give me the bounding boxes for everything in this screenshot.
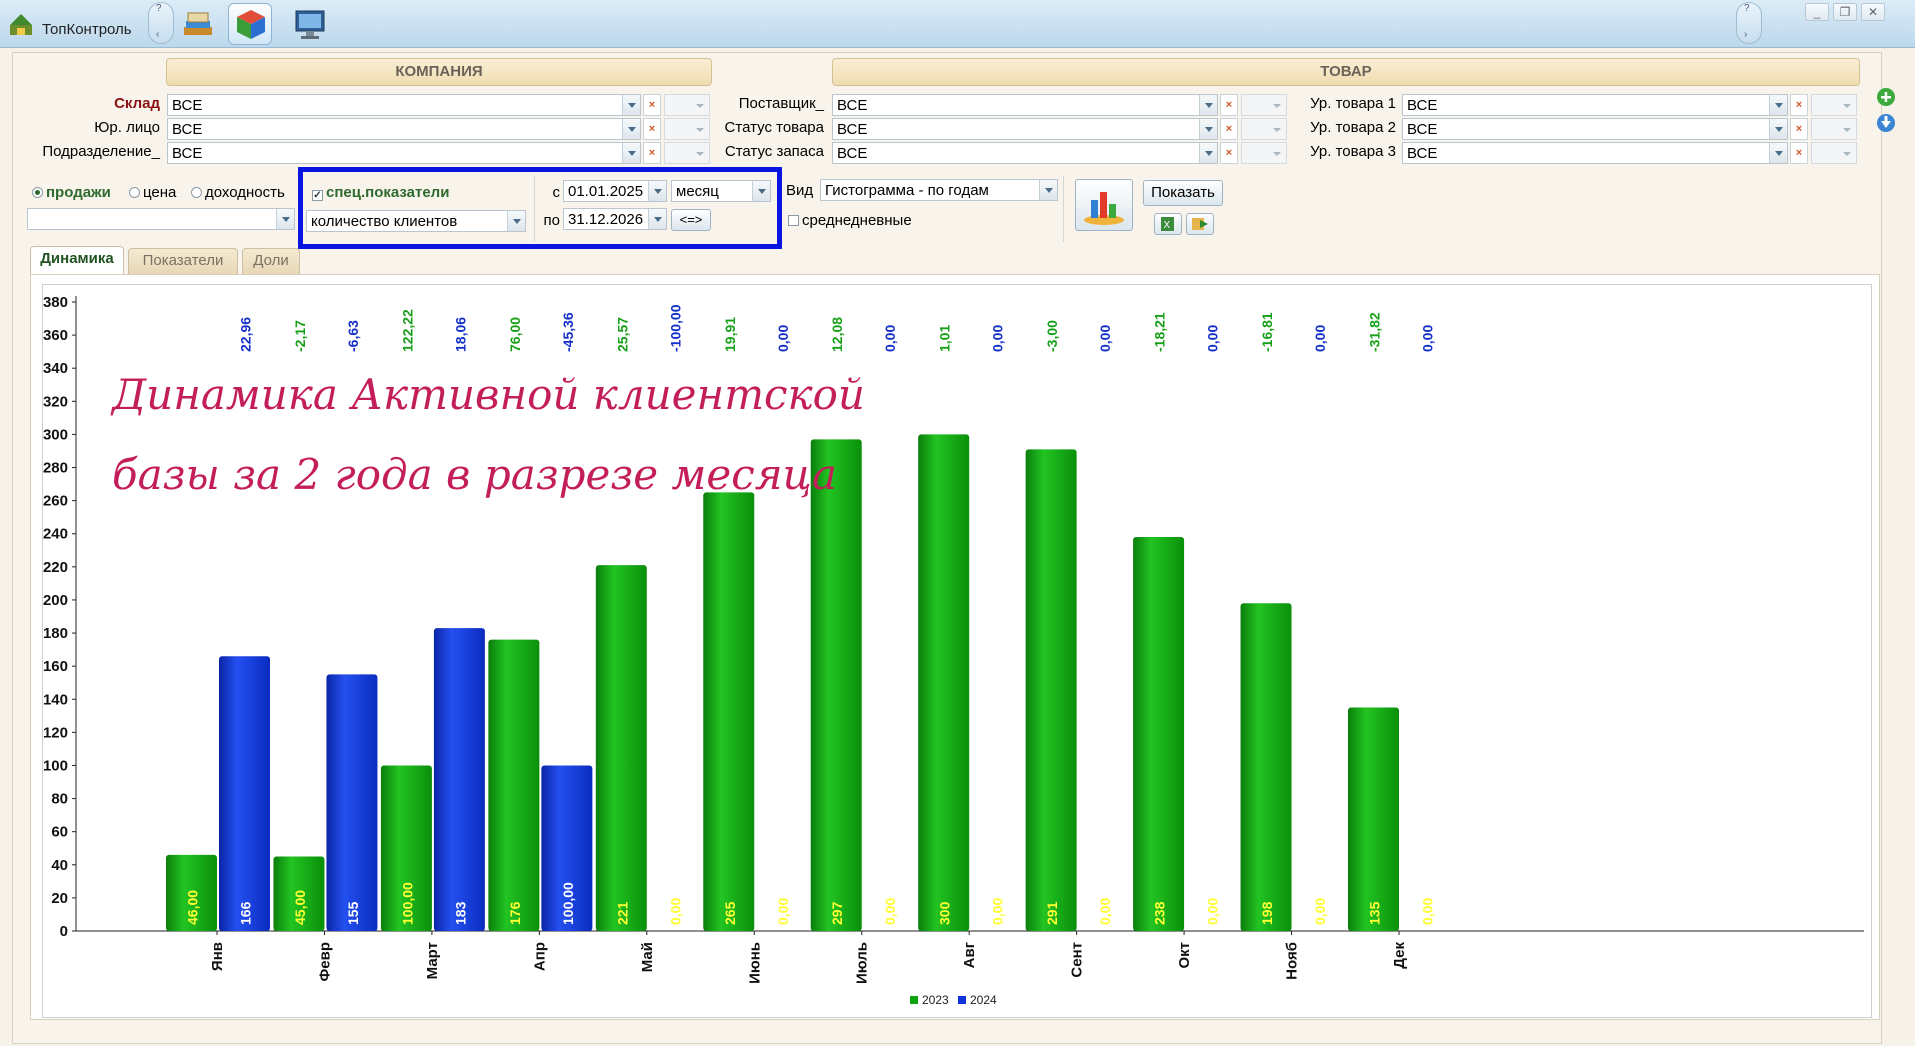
growth-label-2023: 1,01: [937, 325, 953, 352]
bar-2023: [1240, 603, 1292, 931]
y-tick-label: 120: [43, 724, 68, 741]
growth-label-2023: 122,22: [399, 309, 415, 352]
y-tick-label: 260: [43, 493, 68, 510]
data-label-2024: 0,00: [1205, 898, 1221, 925]
growth-label-2024: 18,06: [452, 317, 468, 352]
bar-2024: [219, 656, 270, 931]
y-tick-label: 60: [51, 824, 68, 841]
growth-label-2024: 0,00: [1312, 325, 1328, 352]
y-tick-label: 160: [43, 658, 68, 675]
growth-label-2024: 0,00: [1420, 325, 1436, 352]
bar-2023: [703, 492, 755, 931]
x-tick-label: Июль: [854, 942, 871, 984]
data-label-2024: 0,00: [775, 898, 791, 925]
y-tick-label: 100: [43, 757, 68, 774]
bar-2023: [1133, 537, 1185, 931]
data-label-2023: 265: [722, 901, 738, 925]
annotation-line-1: Динамика Активной клиентской: [112, 370, 865, 419]
data-label-2023: 300: [937, 901, 953, 925]
bar-2023: [918, 434, 970, 931]
growth-label-2023: -18,21: [1152, 312, 1168, 352]
x-tick-label: Апр: [531, 942, 548, 971]
bar-2023: [488, 639, 540, 931]
data-label-2023: 291: [1044, 901, 1060, 925]
growth-label-2023: 25,57: [614, 317, 630, 352]
growth-label-2023: -2,17: [292, 320, 308, 352]
data-label-2023: 45,00: [292, 890, 308, 925]
legend-swatch-2023: [910, 996, 918, 1004]
x-tick-label: Март: [424, 942, 441, 979]
y-tick-label: 180: [43, 625, 68, 642]
bar-2024: [433, 628, 485, 931]
y-tick-label: 300: [43, 426, 68, 443]
x-tick-label: Янв: [209, 942, 226, 971]
growth-label-2024: -6,63: [345, 320, 361, 352]
x-tick-label: Авг: [961, 942, 978, 968]
growth-label-2024: 0,00: [775, 325, 791, 352]
y-tick-label: 20: [51, 890, 68, 907]
data-label-2024: 100,00: [560, 882, 576, 925]
data-label-2023: 135: [1367, 901, 1383, 925]
x-tick-label: Июнь: [746, 942, 763, 984]
y-tick-label: 200: [43, 592, 68, 609]
data-label-2023: 46,00: [185, 890, 201, 925]
growth-label-2024: 0,00: [882, 325, 898, 352]
y-tick-label: 340: [43, 360, 68, 377]
growth-label-2023: -3,00: [1044, 320, 1060, 352]
growth-label-2023: 76,00: [507, 317, 523, 352]
bar-2023: [1348, 707, 1399, 931]
data-label-2024: 0,00: [1312, 898, 1328, 925]
bar-2023: [1025, 449, 1077, 931]
bar-chart: 0 20 40 60 80 100 120 140 160 180 200 220 240 260 280 3…: [43, 294, 1864, 1007]
data-label-2024: 166: [238, 901, 254, 925]
data-label-2023: 238: [1152, 901, 1168, 925]
x-tick-label: Окт: [1176, 942, 1193, 969]
growth-label-2024: -100,00: [667, 304, 683, 352]
growth-label-2024: 0,00: [990, 325, 1006, 352]
data-label-2023: 100,00: [399, 882, 415, 925]
y-tick-label: 280: [43, 460, 68, 477]
data-label-2023: 198: [1259, 901, 1275, 925]
bar-2024: [326, 674, 378, 931]
x-tick-label: Дек: [1391, 942, 1408, 969]
growth-label-2023: -16,81: [1259, 312, 1275, 352]
data-label-2024: 0,00: [1097, 898, 1113, 925]
y-tick-label: 140: [43, 691, 68, 708]
data-label-2024: 0,00: [882, 898, 898, 925]
legend-swatch-2024: [958, 996, 966, 1004]
legend-label-2023: 2023: [922, 993, 949, 1007]
growth-label-2024: 0,00: [1097, 325, 1113, 352]
bar-2023: [810, 439, 862, 931]
data-label-2023: 176: [507, 901, 523, 925]
growth-label-2024: 0,00: [1205, 325, 1221, 352]
y-tick-label: 360: [43, 327, 68, 344]
growth-label-2023: 19,91: [722, 317, 738, 352]
data-label-2024: 155: [345, 901, 361, 925]
data-label-2024: 0,00: [990, 898, 1006, 925]
data-label-2024: 0,00: [667, 898, 683, 925]
growth-label-2023: 12,08: [829, 317, 845, 352]
growth-label-2024: -45,36: [560, 312, 576, 352]
data-label-2023: 297: [829, 901, 845, 925]
growth-label-2024: 22,96: [238, 317, 254, 352]
bar-2023: [595, 565, 647, 931]
y-tick-label: 40: [51, 857, 68, 874]
data-label-2024: 0,00: [1420, 898, 1436, 925]
y-tick-label: 220: [43, 559, 68, 576]
data-label-2023: 221: [614, 901, 630, 925]
y-tick-label: 380: [43, 294, 68, 311]
x-tick-label: Сент: [1069, 942, 1086, 978]
data-label-2024: 183: [452, 901, 468, 925]
y-tick-label: 320: [43, 393, 68, 410]
annotation-line-2: базы за 2 года в разрезе месяца: [112, 450, 837, 499]
y-tick-label: 0: [60, 923, 68, 940]
y-tick-label: 240: [43, 526, 68, 543]
growth-label-2023: -31,82: [1367, 312, 1383, 352]
app-window: ТопКонтроль ? ‹ ? › _ ❐ ✕ КОМПАНИЯ ТОВАР…: [0, 0, 1915, 1046]
x-tick-label: Май: [639, 942, 656, 972]
y-tick-label: 80: [51, 791, 68, 808]
legend-label-2024: 2024: [970, 993, 997, 1007]
x-tick-label: Нояб: [1284, 942, 1301, 980]
x-tick-label: Февр: [316, 942, 333, 982]
